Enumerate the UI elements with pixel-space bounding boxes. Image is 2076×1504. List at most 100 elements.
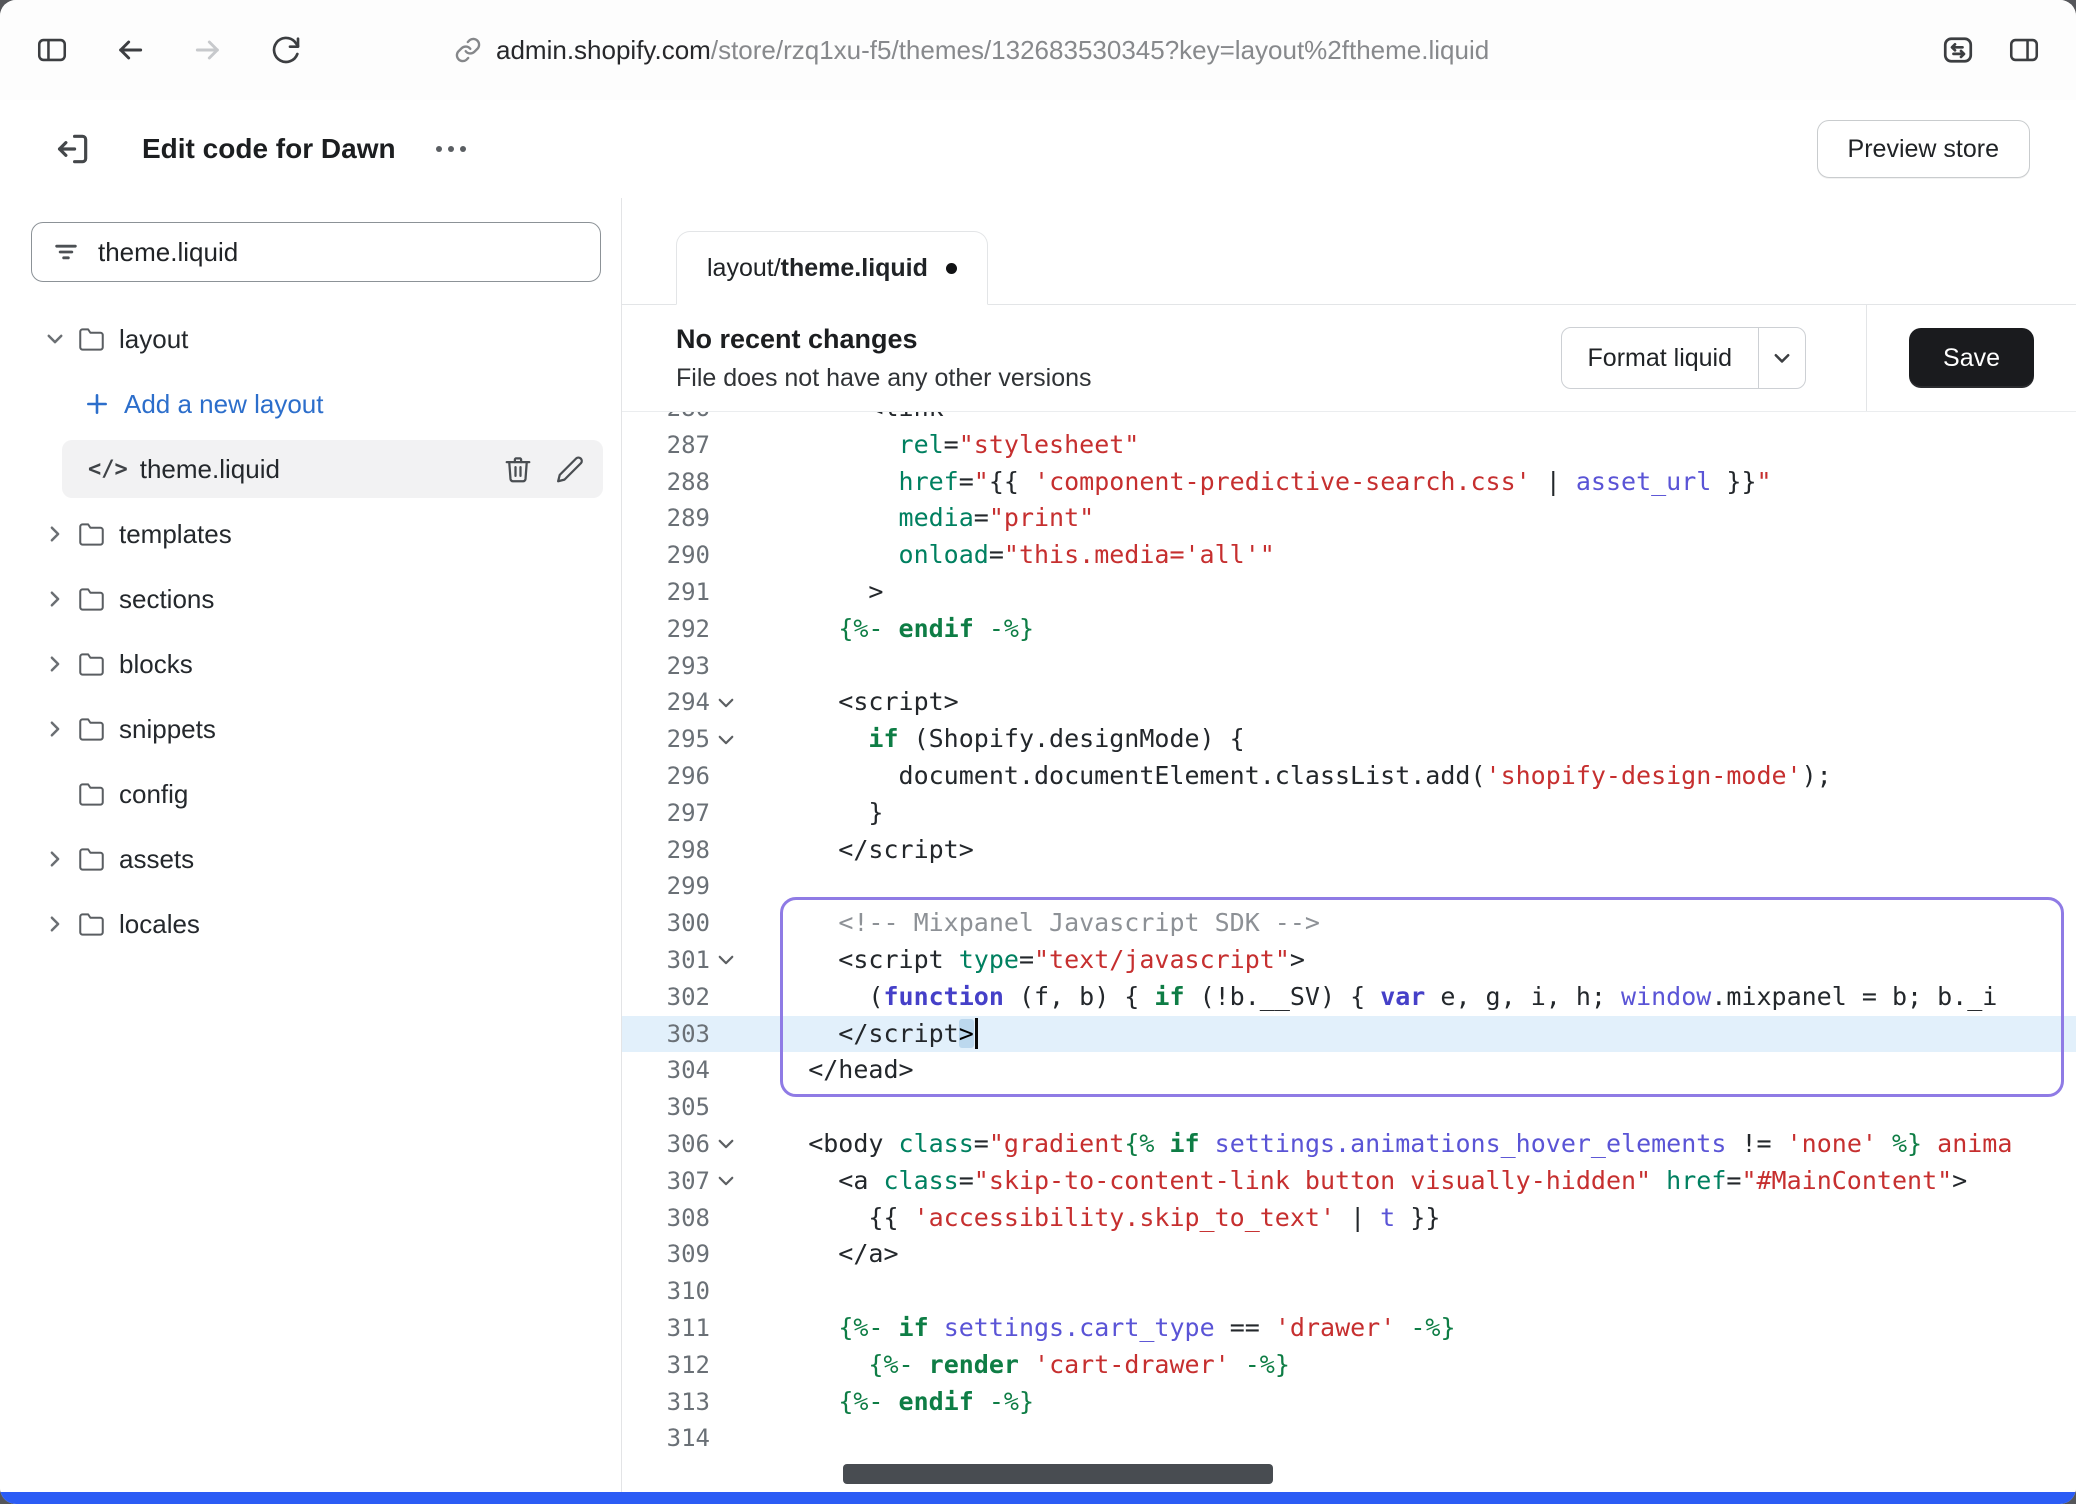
editor-tab-bar: layout/theme.liquid [622,198,2076,305]
file-search-box[interactable] [31,222,601,282]
tab-theme-liquid[interactable]: layout/theme.liquid [676,231,988,305]
fold-spacer [710,1310,742,1347]
code-line[interactable]: 295 if (Shopify.designMode) { [622,721,2076,758]
code-line[interactable]: 301 <script type="text/javascript"> [622,942,2076,979]
line-number: 305 [622,1089,710,1126]
code-line[interactable]: 313 {%- endif -%} [622,1384,2076,1421]
code-line[interactable]: 298 </script> [622,832,2076,869]
browser-chrome: admin.shopify.com/store/rzq1xu-f5/themes… [0,0,2076,101]
line-number: 300 [622,905,710,942]
fold-spacer [710,1052,742,1089]
code-file-icon: </> [88,457,128,482]
code-line[interactable]: 293 [622,648,2076,685]
chevron-right-icon[interactable] [44,654,66,674]
code-line[interactable]: 306 <body class="gradient{% if settings.… [622,1126,2076,1163]
chevron-right-icon[interactable] [44,589,66,609]
rename-file-button[interactable] [555,454,585,484]
chevron-right-icon[interactable] [44,849,66,869]
code-line[interactable]: 311 {%- if settings.cart_type == 'drawer… [622,1310,2076,1347]
save-button[interactable]: Save [1909,328,2034,388]
fold-chevron-icon[interactable] [710,1163,742,1200]
fold-spacer [710,979,742,1016]
code-line[interactable]: 312 {%- render 'cart-drawer' -%} [622,1347,2076,1384]
code-lines: 286 <link287 rel="stylesheet"288 href="{… [622,412,2076,1457]
line-number: 289 [622,500,710,537]
forward-button[interactable] [190,32,226,68]
format-dropdown-button[interactable] [1759,328,1805,388]
code-line[interactable]: 299 [622,868,2076,905]
code-line[interactable]: 291 > [622,574,2076,611]
chevron-down-icon[interactable] [44,329,66,349]
sidebar-item-layout[interactable]: layout [0,310,621,368]
fold-chevron-icon[interactable] [710,942,742,979]
folder-icon [78,911,105,938]
code-line[interactable]: 286 <link [622,412,2076,427]
folder-icon [78,651,105,678]
line-number: 287 [622,427,710,464]
preview-store-button[interactable]: Preview store [1817,120,2030,178]
sidebar-item-theme-liquid[interactable]: </> theme.liquid [62,440,603,498]
code-line[interactable]: 308 {{ 'accessibility.skip_to_text' | t … [622,1200,2076,1237]
sidebar-toggle-left-icon[interactable] [34,32,70,68]
file-search-input[interactable] [96,236,580,269]
code-editor[interactable]: 286 <link287 rel="stylesheet"288 href="{… [622,412,2076,1492]
line-number: 310 [622,1273,710,1310]
fold-chevron-icon[interactable] [710,721,742,758]
fold-spacer [710,1347,742,1384]
fold-spacer [710,1420,742,1457]
sidebar-toggle-right-icon[interactable] [2006,32,2042,68]
code-line[interactable]: 303 </script> [622,1016,2076,1053]
line-number: 307 [622,1163,710,1200]
fold-chevron-icon[interactable] [710,1126,742,1163]
sidebar-item-snippets[interactable]: snippets [0,700,621,758]
sidebar-item-locales[interactable]: locales [0,895,621,953]
chevron-right-icon[interactable] [44,719,66,739]
link-icon [454,36,482,64]
sidebar-item-config[interactable]: config [0,765,621,823]
code-line[interactable]: 294 <script> [622,684,2076,721]
code-line[interactable]: 304 </head> [622,1052,2076,1089]
line-number: 299 [622,868,710,905]
url-bar[interactable]: admin.shopify.com/store/rzq1xu-f5/themes… [454,35,1489,66]
sidebar-item-sections[interactable]: sections [0,570,621,628]
code-line[interactable]: 309 </a> [622,1236,2076,1273]
code-line[interactable]: 287 rel="stylesheet" [622,427,2076,464]
file-tree: layout Add a new layout </> theme.liquid [0,310,621,953]
format-liquid-button[interactable]: Format liquid [1561,327,1807,389]
more-options-button[interactable] [426,136,476,162]
chevron-right-icon[interactable] [44,914,66,934]
fold-spacer [710,832,742,869]
folder-icon [78,326,105,353]
code-line[interactable]: 302 (function (f, b) { if (!b.__SV) { va… [622,979,2076,1016]
sidebar-item-blocks[interactable]: blocks [0,635,621,693]
code-line[interactable]: 297 } [622,795,2076,832]
sidebar-item-templates[interactable]: templates [0,505,621,563]
delete-file-button[interactable] [503,454,533,484]
status-title: No recent changes [676,324,1561,355]
add-layout-button[interactable]: Add a new layout [0,375,621,433]
code-line[interactable]: 290 onload="this.media='all'" [622,537,2076,574]
fold-spacer [710,574,742,611]
fold-spacer [710,537,742,574]
code-line[interactable]: 300 <!-- Mixpanel Javascript SDK --> [622,905,2076,942]
chevron-right-icon[interactable] [44,524,66,544]
fold-chevron-icon[interactable] [710,684,742,721]
reload-button[interactable] [268,32,304,68]
code-line[interactable]: 288 href="{{ 'component-predictive-searc… [622,464,2076,501]
exit-editor-button[interactable] [54,130,92,168]
fold-spacer [710,1384,742,1421]
back-button[interactable] [112,32,148,68]
fold-spacer [710,427,742,464]
code-line[interactable]: 314 [622,1420,2076,1457]
code-line[interactable]: 289 media="print" [622,500,2076,537]
sidebar-item-assets[interactable]: assets [0,830,621,888]
page-settings-icon[interactable] [1940,32,1976,68]
code-line[interactable]: 307 <a class="skip-to-content-link butto… [622,1163,2076,1200]
editor-panel: layout/theme.liquid No recent changes Fi… [622,198,2076,1492]
fold-spacer [710,648,742,685]
code-line[interactable]: 305 [622,1089,2076,1126]
code-line[interactable]: 310 [622,1273,2076,1310]
fold-spacer [710,1016,742,1053]
code-line[interactable]: 296 document.documentElement.classList.a… [622,758,2076,795]
code-line[interactable]: 292 {%- endif -%} [622,611,2076,648]
